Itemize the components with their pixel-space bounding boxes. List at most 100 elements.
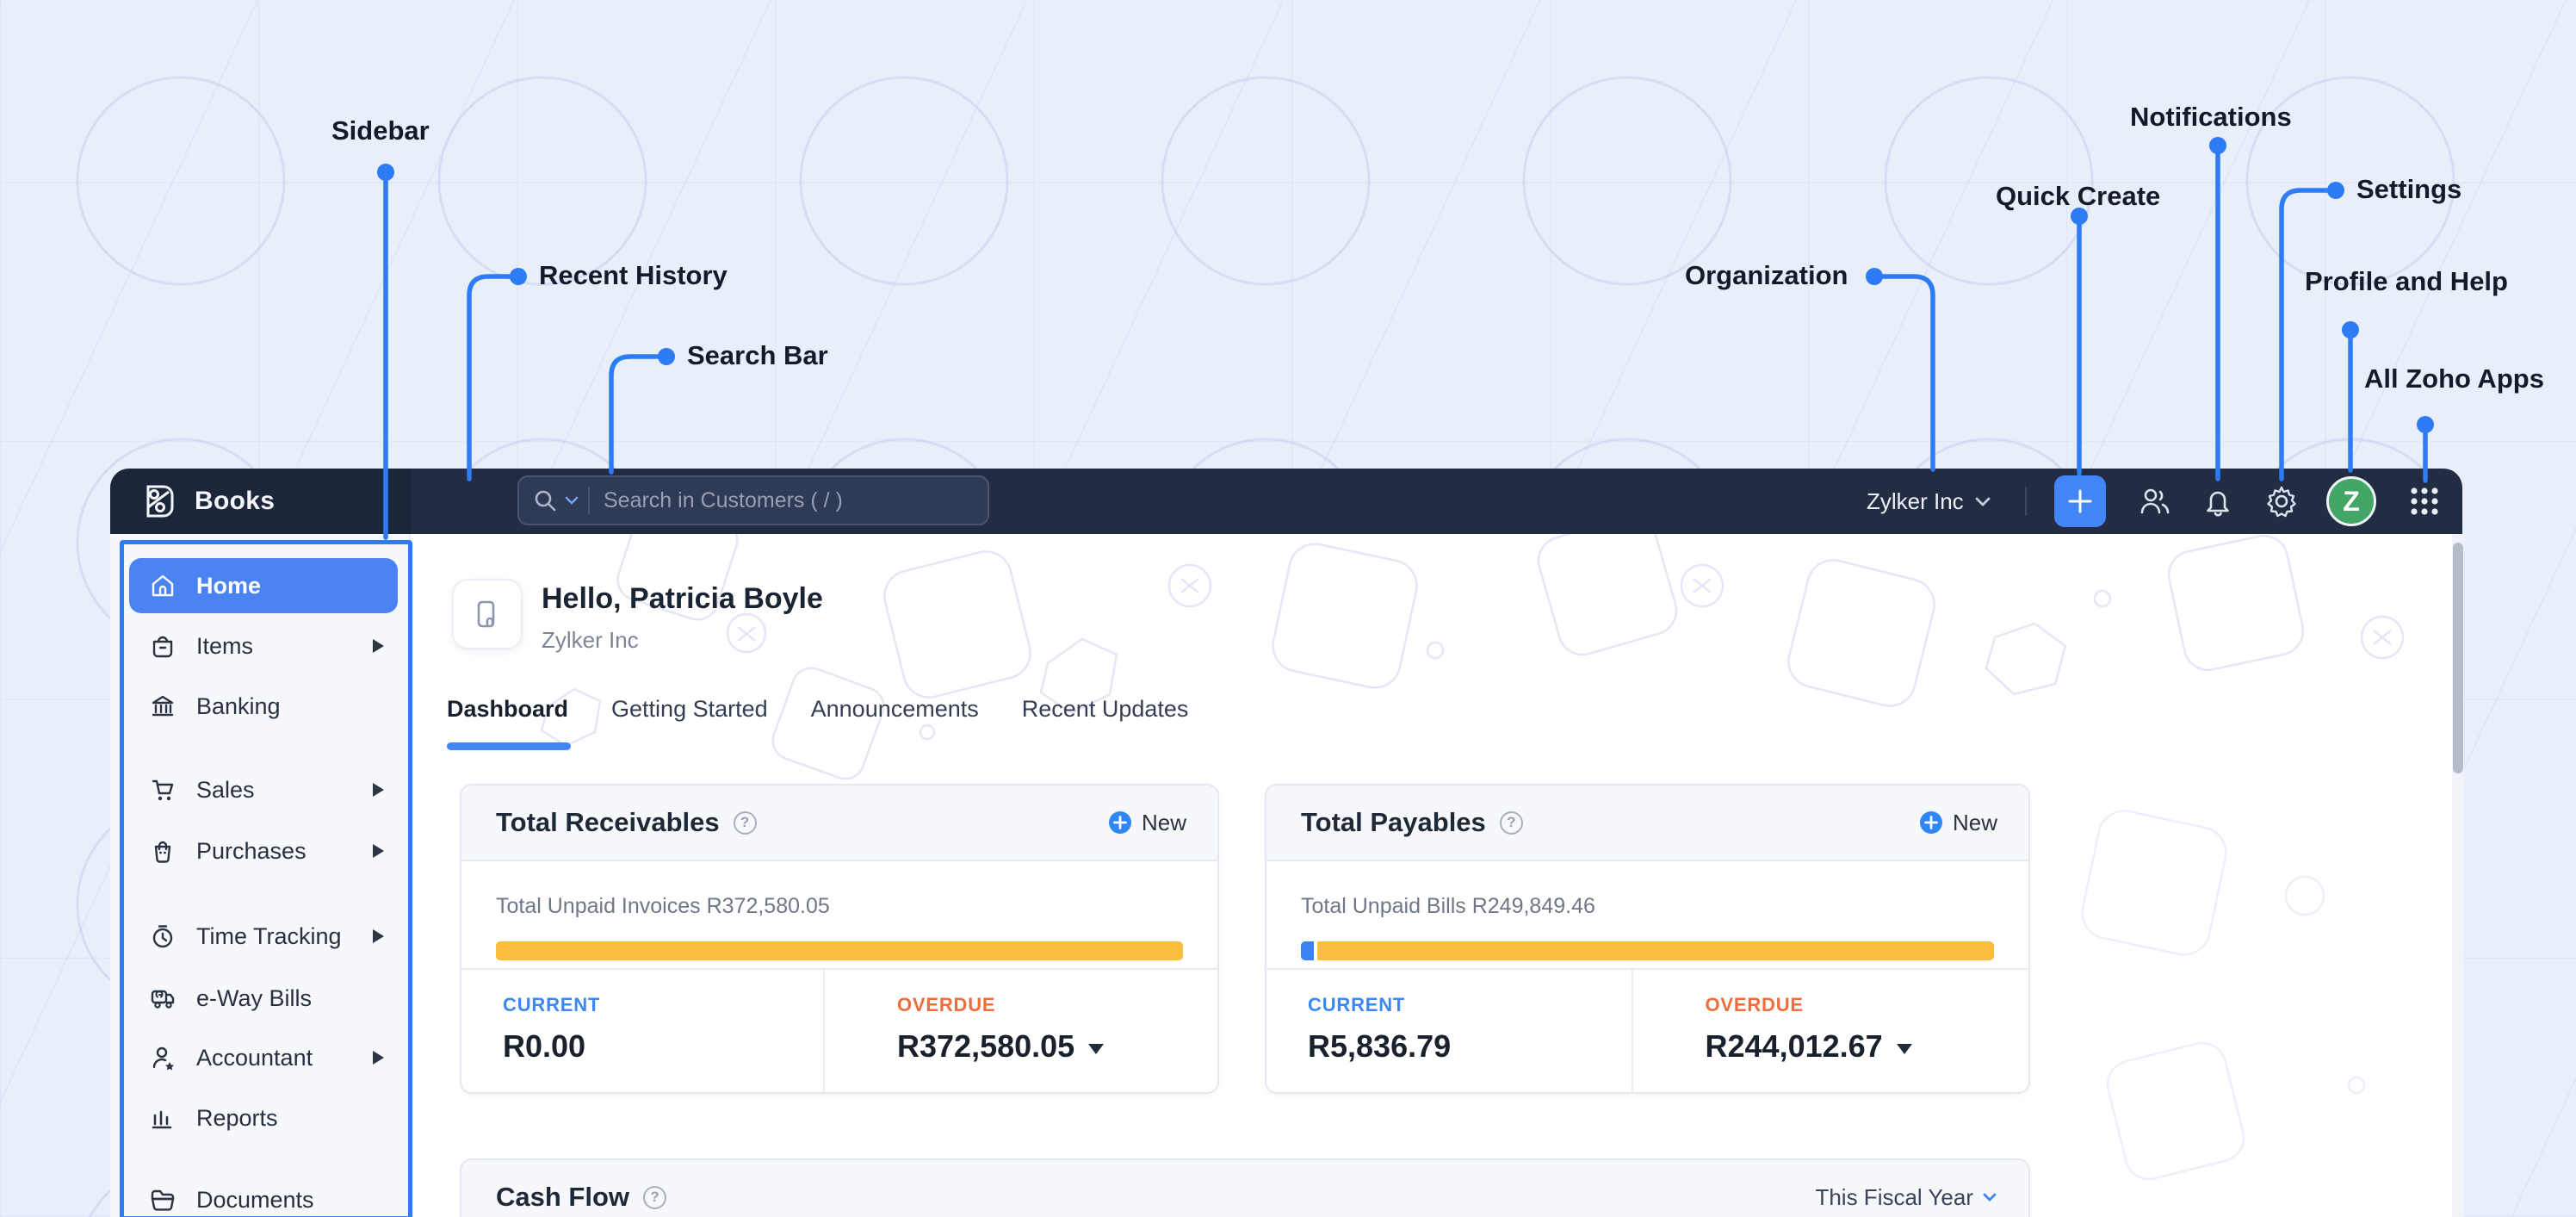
dashboard-tabs: Dashboard Getting Started Announcements … [447,696,1188,723]
users-icon [2140,488,2170,514]
new-bill-button[interactable]: New [1919,810,1997,836]
annotation-settings: Settings [2356,174,2462,204]
current-label: CURRENT [1308,994,1406,1015]
payables-progress-bar [1301,941,1994,960]
sidebar-item-time-tracking[interactable]: Time Tracking [129,909,398,964]
receivables-current-value: R0.00 [503,1028,586,1064]
payables-overdue-block: OVERDUE R244,012.67 [1631,970,2029,1092]
sidebar-item-label: e-Way Bills [196,984,313,1011]
receivables-current-block: CURRENT R0.00 [461,970,823,1092]
annotation-organization: Organization [1685,260,1848,290]
sidebar-item-documents[interactable]: Documents [129,1172,398,1217]
cart-icon [152,779,174,801]
current-label: CURRENT [503,994,601,1015]
help-icon[interactable] [643,1185,667,1209]
overdue-label: OVERDUE [897,994,996,1015]
referral-button[interactable] [2133,481,2175,522]
greeting-text: Hello, Patricia Boyle [542,582,823,615]
payables-summary-label: Total Unpaid Bills R249,849.46 [1301,894,1595,918]
bank-icon [152,695,174,717]
sidebar-item-label: Documents [196,1186,314,1213]
payables-overdue-value[interactable]: R244,012.67 [1706,1028,2029,1065]
chevron-down-icon [1983,1193,1997,1201]
receivables-overdue-value[interactable]: R372,580.05 [897,1028,1217,1065]
payables-summary: Total Unpaid Bills R249,849.46 [1266,861,2028,960]
search-input[interactable]: Search in Customers ( / ) [517,475,989,525]
sidebar-item-label: Accountant [196,1044,313,1071]
sidebar-item-label: Banking [196,692,281,719]
tab-getting-started[interactable]: Getting Started [611,696,768,723]
payables-current-value: R5,836.79 [1308,1028,1452,1064]
annotation-quick-create: Quick Create [1996,181,2161,211]
receivables-summary: Total Unpaid Invoices R372,580.05 [461,861,1217,960]
tab-recent-updates[interactable]: Recent Updates [1022,696,1189,723]
document-icon [477,600,495,628]
sidebar-item-eway-bills[interactable]: e-Way Bills [129,971,398,1026]
annotation-recent-history: Recent History [539,260,728,290]
accountant-icon [152,1046,174,1071]
avatar-initial: Z [2343,485,2360,517]
help-icon[interactable] [733,810,757,835]
search-placeholder: Search in Customers ( / ) [604,487,843,512]
overdue-label: OVERDUE [1705,994,1804,1015]
payables-title: Total Payables [1301,807,1486,837]
sidebar-item-label: Sales [196,776,255,803]
cash-flow-title: Cash Flow [496,1182,630,1212]
tab-announcements[interactable]: Announcements [811,696,979,723]
overdue-amount: R372,580.05 [897,1028,1075,1064]
sidebar-item-accountant[interactable]: Accountant [129,1030,398,1085]
sidebar-item-reports[interactable]: Reports [129,1090,398,1146]
help-icon[interactable] [1499,810,1523,835]
expand-arrow-icon [373,929,384,943]
payables-current-segment [1301,941,1318,960]
receivables-overdue-block: OVERDUE R372,580.05 [823,970,1217,1092]
receivables-title: Total Receivables [496,807,720,837]
receivables-footer: CURRENT R0.00 OVERDUE R372,580.05 [461,968,1217,1092]
sidebar-item-banking[interactable]: Banking [129,679,398,734]
fiscal-year-filter[interactable]: This Fiscal Year [1815,1184,1997,1211]
sidebar-item-home[interactable]: Home [129,558,398,613]
expand-arrow-icon [373,844,384,858]
dropdown-caret-icon [1088,1044,1105,1054]
search-scope-chevron-icon[interactable] [564,495,579,506]
all-zoho-apps-button[interactable] [2404,481,2445,522]
payables-current-block: CURRENT R5,836.79 [1266,970,1632,1092]
annotation-search-bar: Search Bar [687,340,828,370]
gear-icon [2267,486,2296,518]
bell-icon [2207,491,2229,517]
plus-circle-icon [1919,811,1942,834]
sidebar-item-label: Reports [196,1104,278,1131]
stopwatch-icon [152,925,173,948]
home-icon [152,574,174,597]
search-icon [535,490,556,512]
organization-dropdown[interactable]: Zylker Inc [1867,469,1991,534]
overdue-amount: R244,012.67 [1705,1028,1883,1064]
sidebar-item-items[interactable]: Items [129,618,398,674]
sidebar-item-label: Home [196,572,262,599]
annotation-sidebar: Sidebar [331,115,430,146]
annotation-profile-help: Profile and Help [2305,266,2508,296]
cash-flow-header: Cash Flow This Fiscal Year [461,1160,2028,1217]
quick-create-button[interactable] [2054,475,2106,527]
total-receivables-card: Total Receivables New Total Unpaid Invoi… [460,784,1219,1094]
expand-arrow-icon [373,1051,384,1065]
sidebar: Home Items Banking Sales Purchases Time … [110,534,411,1217]
screenshot-stage: Books Search in Customers ( / ) Zylker I… [0,0,2576,1217]
org-tile [452,579,523,649]
reports-chart-icon [152,1110,172,1129]
expand-arrow-icon [373,783,384,797]
search-divider [588,487,590,514]
tab-dashboard[interactable]: Dashboard [447,696,568,723]
sidebar-item-purchases[interactable]: Purchases [129,823,398,879]
folder-icon [151,1189,175,1211]
sidebar-item-label: Purchases [196,837,307,864]
sidebar-item-sales[interactable]: Sales [129,762,398,817]
settings-button[interactable] [2261,481,2302,522]
scrollbar-thumb[interactable] [2453,543,2463,773]
notifications-button[interactable] [2197,481,2239,522]
topbar-divider [2025,487,2027,516]
chevron-down-icon [1975,497,1991,506]
profile-avatar[interactable]: Z [2326,476,2376,526]
books-brand[interactable]: Books [110,469,411,534]
new-invoice-button[interactable]: New [1108,810,1186,836]
